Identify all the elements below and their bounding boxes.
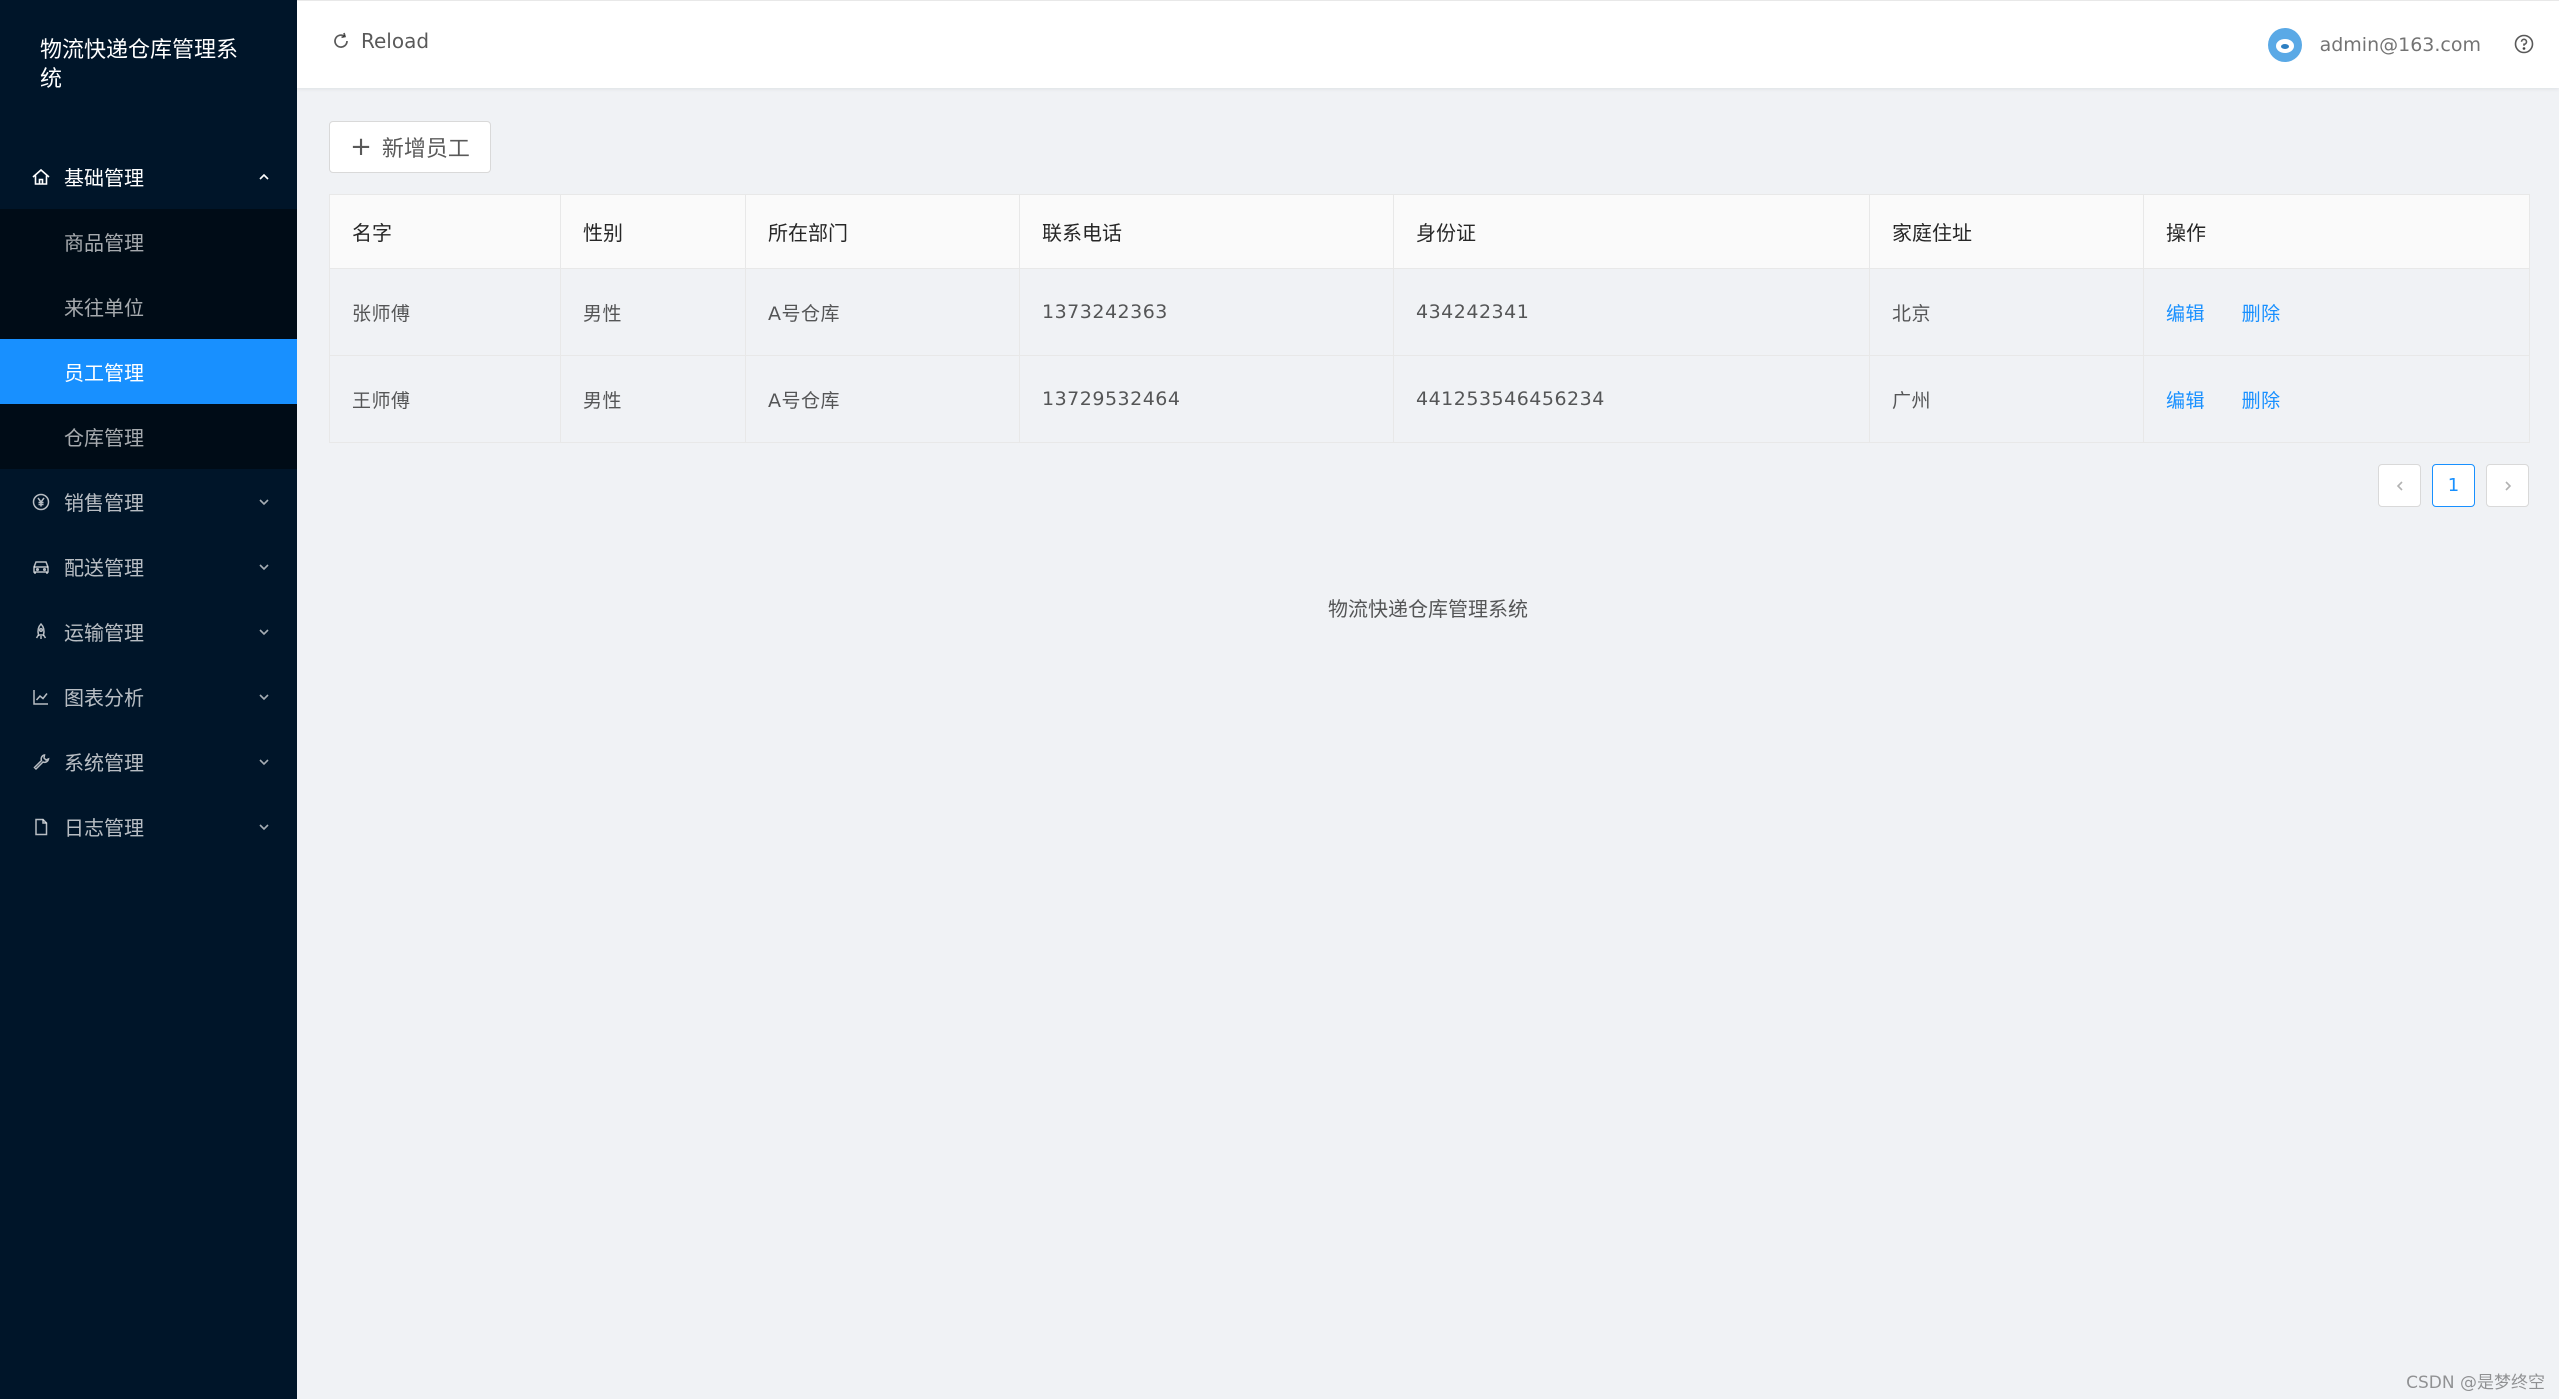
- user-email: admin@163.com: [2319, 34, 2481, 56]
- menu-label: 系统管理: [64, 751, 144, 775]
- chevron-down-icon: [259, 563, 269, 570]
- menu-label: 日志管理: [64, 816, 144, 840]
- delete-link[interactable]: 删除: [2242, 390, 2281, 412]
- menu-delivery-management[interactable]: 配送管理: [0, 534, 297, 599]
- reload-button[interactable]: Reload: [331, 29, 429, 53]
- tool-icon: [30, 751, 52, 773]
- chevron-up-icon: [259, 173, 269, 180]
- cell-address: 北京: [1869, 268, 2144, 356]
- reload-label: Reload: [361, 29, 430, 53]
- sidebar-item-label: 员工管理: [64, 361, 144, 385]
- cell-phone: 13729532464: [1019, 355, 1394, 443]
- chevron-down-icon: [259, 498, 269, 505]
- sidebar: 物流快递仓库管理系统 基础管理 商品管理 来往单位 员工管理 仓库管理 销售管理: [0, 0, 297, 1399]
- menu-log-management[interactable]: 日志管理: [0, 794, 297, 859]
- table-header-row: 名字 性别 所在部门 联系电话 身份证 家庭住址 操作: [329, 194, 2530, 269]
- menu-system-management[interactable]: 系统管理: [0, 729, 297, 794]
- column-header-actions: 操作: [2143, 194, 2530, 269]
- menu-basic-management[interactable]: 基础管理: [0, 144, 297, 209]
- sidebar-item-goods[interactable]: 商品管理: [0, 209, 297, 274]
- page-button-current[interactable]: 1: [2432, 464, 2475, 507]
- prev-page-button[interactable]: [2378, 464, 2421, 507]
- menu-basic-management-label: 基础管理: [64, 166, 144, 190]
- cell-actions: 编辑 删除: [2143, 355, 2530, 443]
- cell-name: 王师傅: [329, 355, 561, 443]
- sidebar-item-label: 仓库管理: [64, 426, 144, 450]
- yen-circle-icon: [30, 491, 52, 513]
- chevron-down-icon: [259, 758, 269, 765]
- table-row: 王师傅 男性 A号仓库 13729532464 441253546456234 …: [329, 355, 2530, 443]
- chevron-left-icon: [2396, 480, 2403, 491]
- cell-department: A号仓库: [745, 268, 1020, 356]
- cell-phone: 1373242363: [1019, 268, 1394, 356]
- edit-link[interactable]: 编辑: [2166, 303, 2205, 325]
- page-footer: 物流快递仓库管理系统: [1328, 597, 1528, 621]
- sidebar-item-label: 来往单位: [64, 296, 144, 320]
- column-header-name: 名字: [329, 194, 561, 269]
- sidebar-item-label: 商品管理: [64, 231, 144, 255]
- car-icon: [30, 556, 52, 578]
- sidebar-item-employees[interactable]: 员工管理: [0, 339, 297, 404]
- column-header-phone: 联系电话: [1019, 194, 1394, 269]
- submenu-basic: 商品管理 来往单位 员工管理 仓库管理: [0, 209, 297, 469]
- employee-table: 名字 性别 所在部门 联系电话 身份证 家庭住址 操作 张师傅 男性 A号仓库 …: [329, 194, 2530, 443]
- column-header-id-card: 身份证: [1393, 194, 1870, 269]
- next-page-button[interactable]: [2486, 464, 2529, 507]
- pagination: 1: [2367, 464, 2529, 507]
- menu-label: 图表分析: [64, 686, 144, 710]
- line-chart-icon: [30, 686, 52, 708]
- chevron-down-icon: [259, 823, 269, 830]
- cell-address: 广州: [1869, 355, 2144, 443]
- cell-id-card: 434242341: [1393, 268, 1870, 356]
- home-icon: [30, 166, 52, 188]
- cell-department: A号仓库: [745, 355, 1020, 443]
- menu-label: 配送管理: [64, 556, 144, 580]
- add-employee-button[interactable]: + 新增员工: [329, 121, 491, 173]
- menu-sales-management[interactable]: 销售管理: [0, 469, 297, 534]
- delete-link[interactable]: 删除: [2242, 303, 2281, 325]
- column-header-address: 家庭住址: [1869, 194, 2144, 269]
- user-menu[interactable]: admin@163.com: [2267, 28, 2481, 62]
- watermark: CSDN @是梦终空: [2406, 1373, 2545, 1393]
- sidebar-item-partners[interactable]: 来往单位: [0, 274, 297, 339]
- top-header: Reload admin@163.com: [297, 0, 2559, 88]
- column-header-department: 所在部门: [745, 194, 1020, 269]
- rocket-icon: [30, 621, 52, 643]
- cell-id-card: 441253546456234: [1393, 355, 1870, 443]
- chevron-down-icon: [259, 628, 269, 635]
- app-title: 物流快递仓库管理系统: [40, 38, 239, 92]
- cell-actions: 编辑 删除: [2143, 268, 2530, 356]
- file-icon: [30, 816, 52, 838]
- edit-link[interactable]: 编辑: [2166, 390, 2205, 412]
- cell-name: 张师傅: [329, 268, 561, 356]
- menu-transport-management[interactable]: 运输管理: [0, 599, 297, 664]
- avatar: [2267, 28, 2302, 62]
- chevron-right-icon: [2504, 480, 2511, 491]
- menu-label: 销售管理: [64, 491, 144, 515]
- chevron-down-icon: [259, 693, 269, 700]
- menu-label: 运输管理: [64, 621, 144, 645]
- reload-icon: [334, 32, 348, 48]
- question-circle-icon[interactable]: [2513, 33, 2535, 55]
- table-row: 张师傅 男性 A号仓库 1373242363 434242341 北京 编辑 删…: [329, 268, 2530, 356]
- cell-gender: 男性: [560, 355, 746, 443]
- column-header-gender: 性别: [560, 194, 746, 269]
- cell-gender: 男性: [560, 268, 746, 356]
- menu-chart-analysis[interactable]: 图表分析: [0, 664, 297, 729]
- plus-icon: +: [350, 132, 372, 162]
- add-employee-label: 新增员工: [381, 137, 470, 162]
- sidebar-item-warehouses[interactable]: 仓库管理: [0, 404, 297, 469]
